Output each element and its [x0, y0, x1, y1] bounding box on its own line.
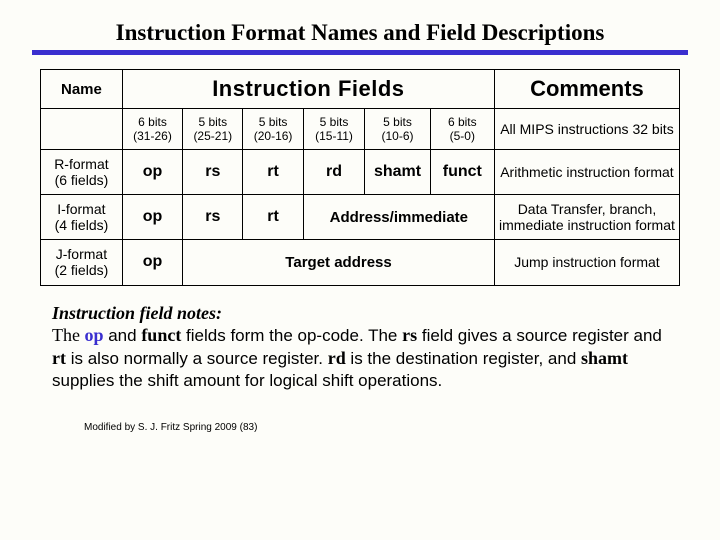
- notes-t1d: field gives a source register and: [417, 326, 662, 345]
- hdr-name: Name: [41, 70, 123, 109]
- bits-namecell: [41, 109, 123, 150]
- rformat-name: R-format (6 fields): [41, 150, 123, 195]
- notes-funct: funct: [141, 325, 181, 345]
- title-rule: [32, 50, 688, 55]
- notes-block: Instruction field notes: The op and func…: [52, 302, 668, 392]
- jformat-name: J-format (2 fields): [41, 240, 123, 285]
- rformat-funct: funct: [430, 150, 494, 195]
- hdr-comments: Comments: [494, 70, 679, 109]
- rformat-row: R-format (6 fields) op rs rt rd shamt fu…: [41, 150, 680, 195]
- notes-t1g: supplies the shift amount for logical sh…: [52, 371, 442, 390]
- rformat-rt: rt: [243, 150, 303, 195]
- notes-op: op: [84, 325, 103, 345]
- rformat-comment: Arithmetic instruction format: [494, 150, 679, 195]
- iformat-comment: Data Transfer, branch, immediate instruc…: [494, 195, 679, 240]
- instruction-table: Name Instruction Fields Comments 6 bits(…: [40, 69, 680, 286]
- page-title: Instruction Format Names and Field Descr…: [24, 20, 696, 46]
- rformat-rs: rs: [183, 150, 243, 195]
- notes-shamt: shamt: [581, 348, 628, 368]
- notes-rd: rd: [328, 348, 346, 368]
- iformat-rt: rt: [243, 195, 303, 240]
- bits-col-3: 5 bits(15-11): [303, 109, 365, 150]
- bits-col-4: 5 bits(10-6): [365, 109, 430, 150]
- notes-heading: Instruction field notes:: [52, 303, 222, 323]
- iformat-name: I-format (4 fields): [41, 195, 123, 240]
- iformat-addr: Address/immediate: [303, 195, 494, 240]
- rformat-rd: rd: [303, 150, 365, 195]
- bits-col-0: 6 bits(31-26): [122, 109, 182, 150]
- notes-t1a: The: [52, 325, 84, 345]
- notes-rt: rt: [52, 348, 66, 368]
- rformat-op: op: [122, 150, 182, 195]
- hdr-fields: Instruction Fields: [122, 70, 494, 109]
- notes-t1f: is the destination register, and: [346, 349, 581, 368]
- header-row: Name Instruction Fields Comments: [41, 70, 680, 109]
- bits-col-1: 5 bits(25-21): [183, 109, 243, 150]
- jformat-row: J-format (2 fields) op Target address Ju…: [41, 240, 680, 285]
- iformat-op: op: [122, 195, 182, 240]
- notes-rs: rs: [402, 325, 417, 345]
- bits-comment: All MIPS instructions 32 bits: [494, 109, 679, 150]
- bits-col-5: 6 bits(5-0): [430, 109, 494, 150]
- bits-col-2: 5 bits(20-16): [243, 109, 303, 150]
- notes-t1e: is also normally a source register.: [66, 349, 328, 368]
- iformat-row: I-format (4 fields) op rs rt Address/imm…: [41, 195, 680, 240]
- jformat-comment: Jump instruction format: [494, 240, 679, 285]
- iformat-rs: rs: [183, 195, 243, 240]
- notes-t1b: and: [104, 326, 142, 345]
- jformat-op: op: [122, 240, 182, 285]
- jformat-target: Target address: [183, 240, 495, 285]
- notes-t1c: fields form the op-code. The: [181, 326, 402, 345]
- footer-text: Modified by S. J. Fritz Spring 2009 (83): [84, 422, 696, 433]
- bits-row: 6 bits(31-26) 5 bits(25-21) 5 bits(20-16…: [41, 109, 680, 150]
- rformat-shamt: shamt: [365, 150, 430, 195]
